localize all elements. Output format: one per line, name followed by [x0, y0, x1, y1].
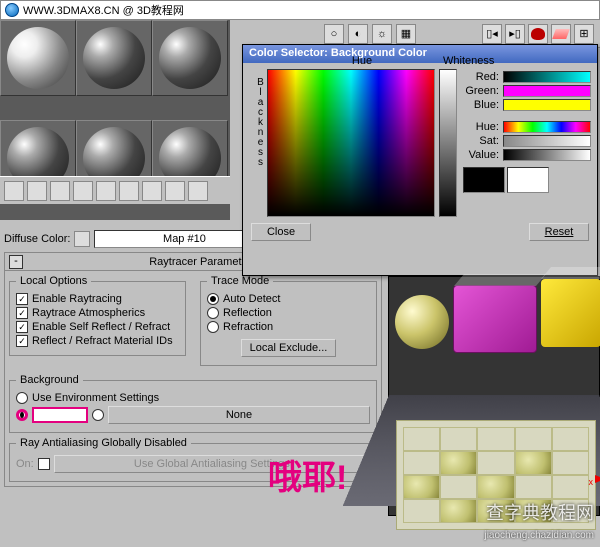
radio[interactable] [92, 409, 104, 421]
radio-label: Auto Detect [223, 293, 280, 305]
eraser-icon[interactable] [551, 24, 571, 44]
cube-magenta [453, 285, 537, 353]
blue-slider[interactable] [503, 99, 591, 111]
diffuse-row: Diffuse Color: Map #10 [4, 230, 274, 248]
material-toolbar [0, 176, 230, 204]
prev-icon[interactable]: ▯◂ [482, 24, 502, 44]
radio-label: Refraction [223, 321, 273, 333]
tool-icon[interactable] [142, 181, 162, 201]
diffuse-label: Diffuse Color: [4, 233, 70, 245]
watermark-url: jiaocheng.chazidian.com [484, 530, 594, 541]
hue-label: Hue [267, 55, 457, 67]
whiteness-label: Whiteness [443, 55, 494, 67]
radio-label: Use Environment Settings [32, 392, 159, 404]
eyedropper-icon[interactable] [74, 231, 90, 247]
tool-icon[interactable] [96, 181, 116, 201]
radio-selected[interactable] [16, 409, 28, 421]
url-text: WWW.3DMAX8.CN @ 3D教程网 [23, 2, 184, 18]
background-color-swatch[interactable] [32, 407, 88, 423]
tool-icon[interactable]: ⊞ [574, 24, 594, 44]
sphere-object [395, 295, 449, 349]
radio-label: Reflection [223, 307, 272, 319]
color-preview [463, 167, 591, 193]
trace-mode-group: Trace Mode Auto Detect Reflection Refrac… [200, 275, 377, 366]
checkbox-disabled [38, 458, 50, 470]
background-group: Background Use Environment Settings None [9, 374, 377, 433]
checkbox-label: Enable Self Reflect / Refract [32, 321, 170, 333]
red-slider[interactable] [503, 71, 591, 83]
antialias-legend: Ray Antialiasing Globally Disabled [16, 437, 191, 449]
hue-slider[interactable] [503, 121, 591, 133]
tool-icon[interactable]: ▦ [396, 24, 416, 44]
sat-label: Sat: [463, 135, 499, 147]
background-legend: Background [16, 374, 83, 386]
checkbox[interactable]: ✓ [16, 335, 28, 347]
red-label: Red: [463, 71, 499, 83]
reset-button[interactable]: Reset [529, 223, 589, 241]
tool-icon[interactable]: ○ [324, 24, 344, 44]
checkbox-label: Reflect / Refract Material IDs [32, 335, 173, 347]
eyedrop-icon[interactable] [4, 181, 24, 201]
axis-arrow-icon [595, 475, 600, 483]
new-color [507, 167, 549, 193]
material-slot[interactable] [76, 20, 152, 96]
next-icon[interactable]: ▸▯ [505, 24, 525, 44]
checkbox-label: Enable Raytracing [32, 293, 122, 305]
color-sliders: Red: Green: Blue: Hue: Sat: Value: [463, 69, 591, 217]
value-slider[interactable] [503, 149, 591, 161]
color-selector-dialog: Color Selector: Background Color Hue Whi… [242, 44, 598, 276]
radio[interactable] [207, 293, 219, 305]
delete-icon[interactable] [73, 181, 93, 201]
tool-icon[interactable] [50, 181, 70, 201]
old-color [463, 167, 505, 193]
material-sphere [83, 27, 145, 89]
browser-icon [5, 3, 19, 17]
blackness-label: Blackness [255, 77, 266, 167]
hue-gradient[interactable] [267, 69, 435, 217]
material-sphere [7, 27, 69, 89]
none-button[interactable]: None [108, 406, 370, 424]
material-sphere [159, 27, 221, 89]
tool-icon[interactable]: ◐ [348, 24, 368, 44]
material-slot[interactable] [152, 20, 228, 96]
local-options-group: Local Options ✓ Enable Raytracing ✓ Raytra… [9, 275, 186, 356]
trace-mode-legend: Trace Mode [207, 275, 273, 287]
hue-box: Hue Whiteness Blackness [267, 69, 457, 217]
checkbox-label: Raytrace Atmospherics [32, 307, 145, 319]
watermark: 查字典教程网 [486, 499, 594, 525]
value-label: Value: [463, 149, 499, 161]
close-button[interactable]: Close [251, 223, 311, 241]
teapot-icon[interactable] [528, 24, 548, 44]
material-slot[interactable] [0, 20, 76, 96]
tool-icon[interactable] [119, 181, 139, 201]
blue-label: Blue: [463, 99, 499, 111]
radio[interactable] [16, 392, 28, 404]
hue2-label: Hue: [463, 121, 499, 133]
collapse-icon[interactable]: - [9, 255, 23, 269]
checkbox[interactable]: ✓ [16, 321, 28, 333]
local-exclude-button[interactable]: Local Exclude... [241, 339, 337, 357]
tool-icon[interactable] [188, 181, 208, 201]
tool-icon[interactable] [165, 181, 185, 201]
tool-icon[interactable] [27, 181, 47, 201]
sat-slider[interactable] [503, 135, 591, 147]
checkbox[interactable]: ✓ [16, 293, 28, 305]
checkbox[interactable]: ✓ [16, 307, 28, 319]
radio[interactable] [207, 307, 219, 319]
tool-icon[interactable]: ☼ [372, 24, 392, 44]
annotation-text: 哦耶! [268, 450, 347, 499]
cube-yellow [541, 279, 600, 347]
green-slider[interactable] [503, 85, 591, 97]
axis-x-label: x [589, 477, 594, 487]
on-label: On: [16, 458, 34, 470]
local-options-legend: Local Options [16, 275, 91, 287]
url-bar: WWW.3DMAX8.CN @ 3D教程网 [0, 0, 600, 20]
radio[interactable] [207, 321, 219, 333]
whiteness-strip[interactable] [439, 69, 457, 217]
green-label: Green: [463, 85, 499, 97]
